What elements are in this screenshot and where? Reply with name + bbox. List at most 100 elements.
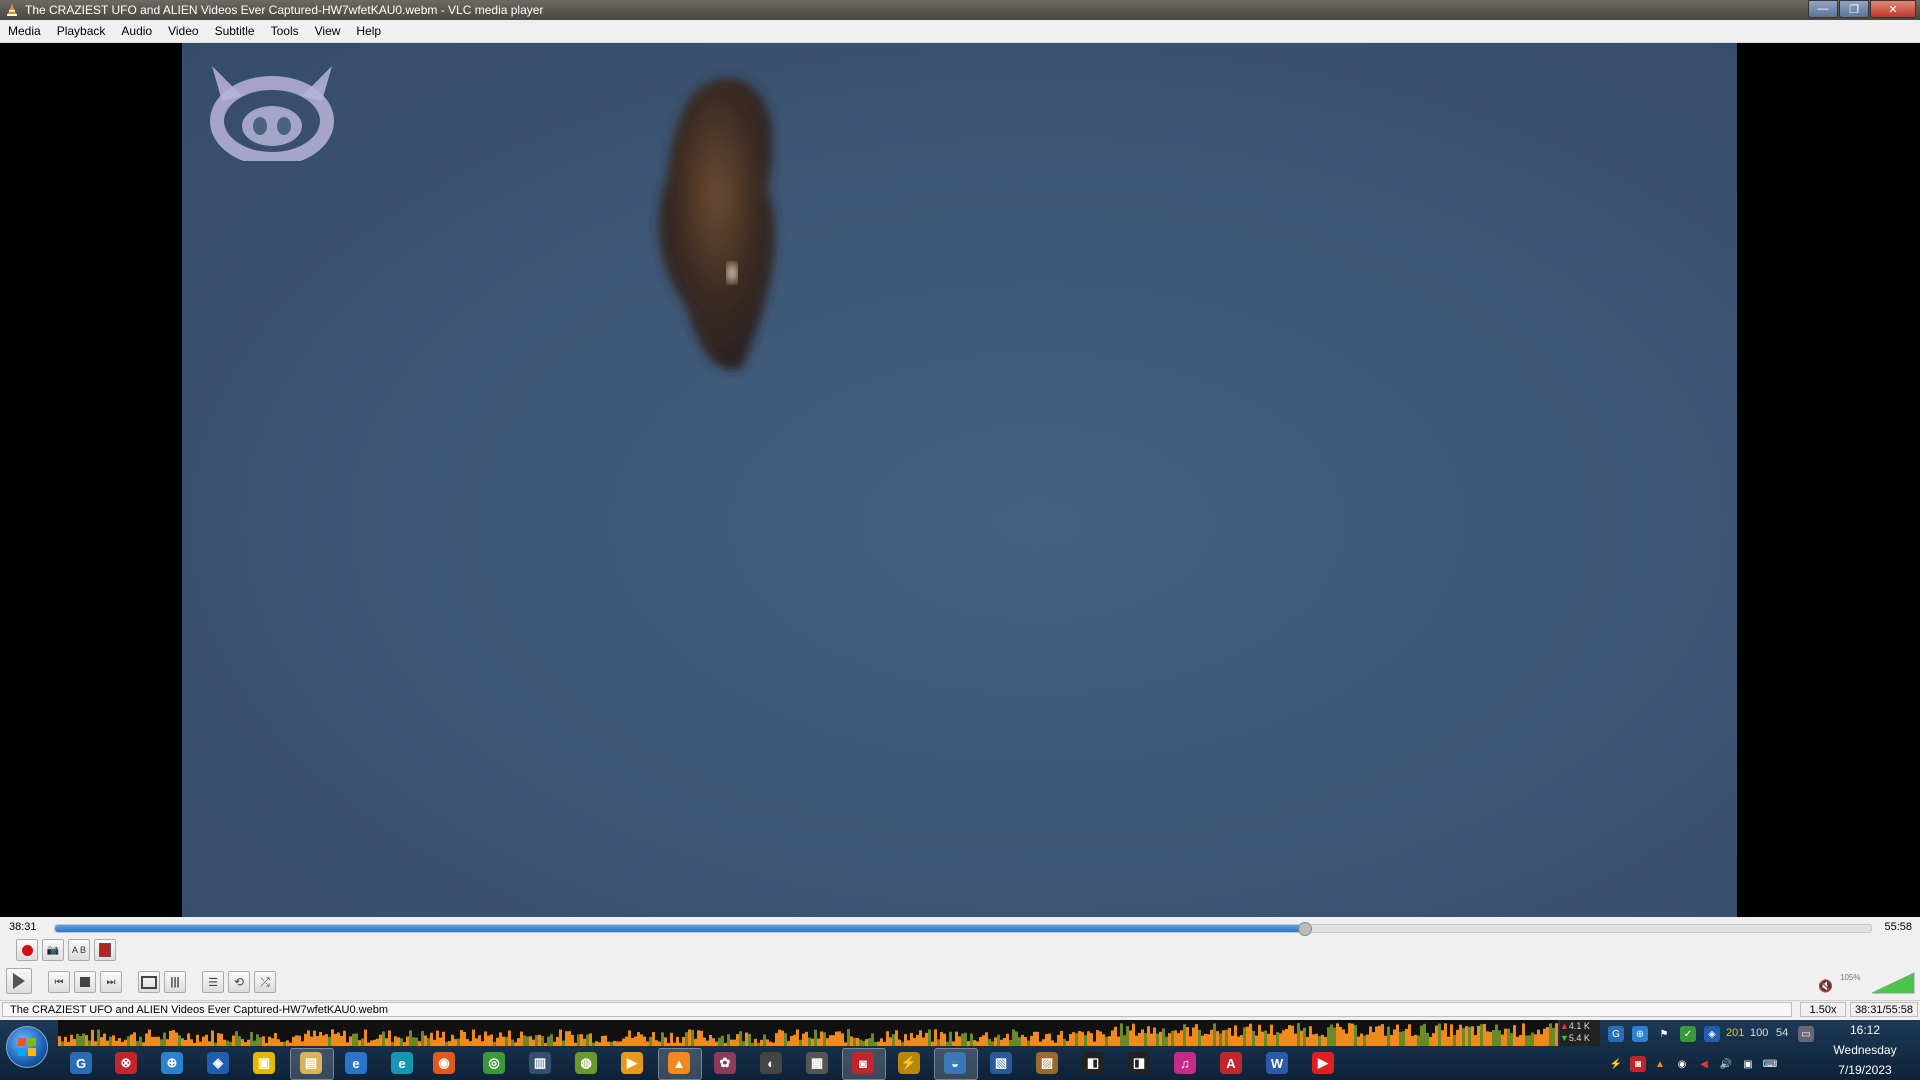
- taskbar-app-icon-5[interactable]: ◍: [575, 1052, 597, 1074]
- snapshot-button[interactable]: 📷: [42, 939, 64, 961]
- network-bar: [895, 1030, 898, 1046]
- minimize-button[interactable]: —: [1808, 0, 1838, 18]
- taskbar-app-icon-14[interactable]: ▨: [1036, 1052, 1058, 1074]
- sticky-notes-icon[interactable]: ▣: [253, 1052, 275, 1074]
- taskbar-app-icon-15[interactable]: ◧: [1082, 1052, 1104, 1074]
- taskbar-app-icon-12[interactable]: ◒: [944, 1052, 966, 1074]
- extended-settings-button[interactable]: |||: [164, 971, 186, 993]
- network-bar: [196, 1034, 199, 1046]
- previous-button[interactable]: ⏮: [48, 971, 70, 993]
- network-bar: [97, 1029, 100, 1046]
- network-bar: [457, 1038, 460, 1046]
- frame-by-frame-button[interactable]: [94, 939, 116, 961]
- close-button[interactable]: ✕: [1870, 0, 1916, 18]
- tray-vlc-icon[interactable]: ▲: [1652, 1056, 1668, 1072]
- show-desktop-icon[interactable]: ▭: [1798, 1026, 1814, 1042]
- keyboard-icon[interactable]: ⌨: [1762, 1056, 1778, 1072]
- taskbar-app-icon-1[interactable]: G: [70, 1052, 92, 1074]
- menu-view[interactable]: View: [307, 24, 349, 38]
- menu-video[interactable]: Video: [160, 24, 206, 38]
- taskbar-app-icon-8[interactable]: ◐: [760, 1052, 782, 1074]
- network-bar: [421, 1031, 424, 1046]
- play-button[interactable]: [6, 968, 32, 994]
- loop-ab-button[interactable]: A B: [68, 939, 90, 961]
- network-bar: [1135, 1035, 1138, 1046]
- volume-slider[interactable]: [1872, 971, 1916, 995]
- acrobat-icon[interactable]: A: [1220, 1052, 1242, 1074]
- tray-bolt-icon[interactable]: ⚡: [1608, 1056, 1624, 1072]
- tray-shield-icon[interactable]: ◈: [1704, 1026, 1720, 1042]
- stop-button[interactable]: [74, 971, 96, 993]
- network-bar: [1216, 1031, 1219, 1046]
- taskbar-app-icon-17[interactable]: ♫: [1174, 1052, 1196, 1074]
- status-time[interactable]: 38:31/55:58: [1850, 1002, 1918, 1017]
- network-bar: [187, 1033, 190, 1046]
- edge-icon[interactable]: e: [391, 1052, 413, 1074]
- network-bar: [526, 1036, 529, 1046]
- taskbar-app-icon-7[interactable]: ✿: [714, 1052, 736, 1074]
- network-bar: [589, 1033, 592, 1046]
- action-center-icon[interactable]: ▣: [1740, 1056, 1756, 1072]
- seek-bar[interactable]: [54, 922, 1872, 936]
- tray-webcam-icon[interactable]: ◉: [1674, 1056, 1690, 1072]
- word-icon[interactable]: W: [1266, 1052, 1288, 1074]
- network-bar: [517, 1038, 520, 1046]
- internet-explorer-icon[interactable]: e: [345, 1052, 367, 1074]
- playlist-button[interactable]: ☰: [202, 971, 224, 993]
- menu-subtitle[interactable]: Subtitle: [207, 24, 263, 38]
- shuffle-button[interactable]: ⤮: [254, 971, 276, 993]
- taskbar-app-icon-13[interactable]: ▧: [990, 1052, 1012, 1074]
- firefox-icon[interactable]: ◉: [433, 1052, 455, 1074]
- tray-icon-1[interactable]: G: [1608, 1026, 1624, 1042]
- taskbar-app-icon-10[interactable]: ◙: [852, 1052, 874, 1074]
- menu-tools[interactable]: Tools: [263, 24, 307, 38]
- youtube-icon[interactable]: ▶: [1312, 1052, 1334, 1074]
- system-clock[interactable]: 16:12 Wednesday 7/19/2023: [1820, 1020, 1910, 1080]
- volume-icon[interactable]: 🔊: [1718, 1056, 1734, 1072]
- mute-icon[interactable]: 🔇: [1818, 979, 1833, 993]
- network-bar: [340, 1035, 343, 1046]
- file-explorer-icon[interactable]: ▤: [300, 1052, 322, 1074]
- taskbar-app-icon-4[interactable]: ▥: [529, 1052, 551, 1074]
- record-button[interactable]: [16, 939, 38, 961]
- network-bar: [1096, 1030, 1099, 1046]
- taskbar-app-icon-9[interactable]: ▦: [806, 1052, 828, 1074]
- loop-button[interactable]: ⟲: [228, 971, 250, 993]
- shield-icon[interactable]: ◈: [207, 1052, 229, 1074]
- network-bar: [70, 1034, 73, 1046]
- fullscreen-button[interactable]: [138, 971, 160, 993]
- next-button[interactable]: ⏭: [100, 971, 122, 993]
- menu-bar: Media Playback Audio Video Subtitle Tool…: [0, 20, 1920, 43]
- tray-camera-icon[interactable]: ◙: [1630, 1056, 1646, 1072]
- menu-media[interactable]: Media: [0, 24, 49, 38]
- network-bar: [1063, 1038, 1066, 1046]
- chrome-icon[interactable]: ◎: [483, 1052, 505, 1074]
- seek-handle[interactable]: [1298, 922, 1313, 936]
- taskbar-app-icon-3[interactable]: ⊕: [161, 1052, 183, 1074]
- network-bar: [289, 1042, 292, 1046]
- taskbar-app-icon-6[interactable]: ▶: [621, 1052, 643, 1074]
- network-bar: [145, 1033, 148, 1046]
- playback-rate[interactable]: 1.50x: [1800, 1002, 1846, 1017]
- taskbar-app-icon-11[interactable]: ⚡: [898, 1052, 920, 1074]
- network-bar: [835, 1031, 838, 1046]
- network-bar: [1486, 1031, 1489, 1046]
- tray-icon-2[interactable]: ⊕: [1632, 1026, 1648, 1042]
- vlc-taskbar-icon[interactable]: ▲: [668, 1052, 690, 1074]
- network-bar: [1066, 1041, 1069, 1046]
- network-bar: [502, 1036, 505, 1046]
- network-bar: [1042, 1039, 1045, 1046]
- tray-icon-3[interactable]: ✓: [1680, 1026, 1696, 1042]
- menu-audio[interactable]: Audio: [113, 24, 160, 38]
- maximize-button[interactable]: ❐: [1839, 0, 1869, 18]
- menu-help[interactable]: Help: [348, 24, 389, 38]
- menu-playback[interactable]: Playback: [49, 24, 114, 38]
- taskbar-app-icon-16[interactable]: ◨: [1128, 1052, 1150, 1074]
- taskbar-app-icon-2[interactable]: ⊗: [115, 1052, 137, 1074]
- play-icon: [13, 973, 25, 989]
- network-bar: [529, 1036, 532, 1046]
- video-display[interactable]: [0, 43, 1920, 917]
- start-button[interactable]: [6, 1026, 48, 1068]
- flag-icon[interactable]: ⚑: [1656, 1026, 1672, 1042]
- tray-muted-speaker-icon[interactable]: ◀: [1696, 1056, 1712, 1072]
